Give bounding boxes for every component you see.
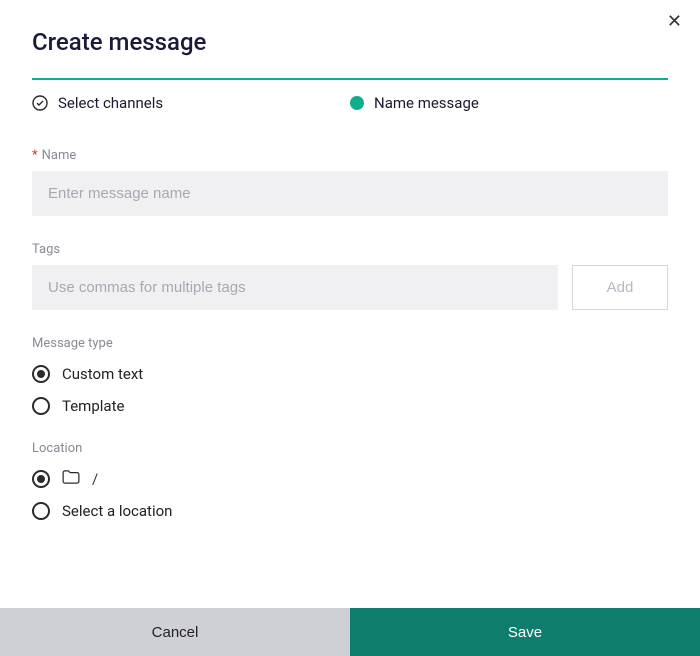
radio-location-root[interactable]: / <box>32 470 668 488</box>
create-message-modal: ✕ Create message Select channels Name me… <box>0 0 700 656</box>
check-circle-icon <box>32 95 48 111</box>
message-type-label: Message type <box>32 336 668 351</box>
tags-input[interactable] <box>32 265 558 310</box>
name-field-group: *Name <box>32 148 668 216</box>
radio-label: Template <box>62 397 124 415</box>
modal-title: Create message <box>32 28 668 56</box>
location-label: Location <box>32 441 668 456</box>
modal-content: Create message Select channels Name mess… <box>0 0 700 608</box>
cancel-button[interactable]: Cancel <box>0 608 350 656</box>
radio-label: Select a location <box>62 502 172 520</box>
message-type-group: Message type Custom text Template <box>32 336 668 415</box>
close-button[interactable]: ✕ <box>667 12 682 30</box>
active-step-dot-icon <box>350 96 364 110</box>
step-select-channels[interactable]: Select channels <box>32 94 350 112</box>
tags-label: Tags <box>32 242 668 257</box>
tags-field-group: Tags Add <box>32 242 668 310</box>
folder-icon <box>62 470 80 488</box>
radio-icon <box>32 397 50 415</box>
name-input[interactable] <box>32 171 668 216</box>
step-label: Name message <box>374 94 479 112</box>
location-path: / <box>92 470 98 488</box>
radio-icon <box>32 470 50 488</box>
step-label: Select channels <box>58 94 163 112</box>
radio-custom-text[interactable]: Custom text <box>32 365 668 383</box>
radio-template[interactable]: Template <box>32 397 668 415</box>
step-name-message[interactable]: Name message <box>350 94 668 112</box>
progress-line <box>32 78 668 80</box>
radio-icon <box>32 502 50 520</box>
radio-icon <box>32 365 50 383</box>
step-indicator: Select channels Name message <box>32 94 668 112</box>
radio-label: Custom text <box>62 365 143 383</box>
location-group: Location / Select a location <box>32 441 668 520</box>
save-button[interactable]: Save <box>350 608 700 656</box>
name-label: *Name <box>32 148 668 163</box>
required-mark: * <box>32 148 38 163</box>
radio-select-location[interactable]: Select a location <box>32 502 668 520</box>
modal-footer: Cancel Save <box>0 608 700 656</box>
close-icon: ✕ <box>667 11 682 31</box>
add-tag-button[interactable]: Add <box>572 265 668 310</box>
